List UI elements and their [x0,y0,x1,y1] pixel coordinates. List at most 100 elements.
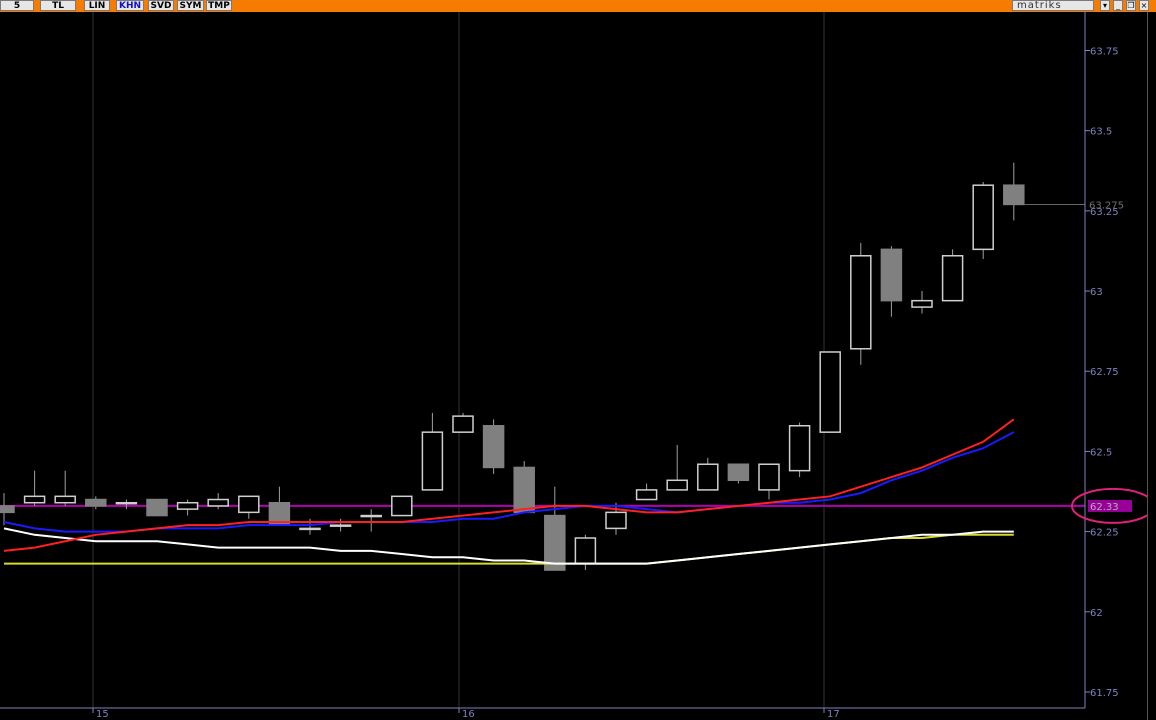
khn-button[interactable]: KHN [116,0,144,11]
candle-body [850,255,872,350]
x-tick-label: 15 [96,709,109,720]
candle [23,470,46,506]
candle [176,499,199,516]
candle-body [880,248,903,302]
candle [758,463,780,500]
y-tick-label: 62 [1090,608,1103,619]
candle-body [574,537,597,565]
svd-button[interactable]: SVD [148,0,174,11]
price-tag: 62.33 [1088,499,1132,513]
candle [421,412,444,491]
candle-body [788,425,811,472]
candle-body [238,495,260,514]
candle-body [299,527,321,531]
candle-body [697,463,719,491]
period-button[interactable]: 5 [0,0,34,11]
candle-body [972,184,994,251]
y-tick-label: 62.25 [1090,528,1119,539]
candle [850,242,872,365]
white-ma-line [3,527,1014,565]
tl-button[interactable]: TL [40,0,76,11]
candle-body [482,425,505,469]
candle [360,509,382,532]
price-chart[interactable]: 63.7563.563.256362.7562.562.256261.7515 1… [0,12,1156,720]
candle [0,493,15,526]
candle-body [54,495,76,504]
x-tick-label: 17 [827,709,840,720]
lin-button[interactable]: LIN [84,0,110,11]
candle-body [329,524,352,527]
candle-body [1003,184,1025,206]
candles [0,162,1085,571]
y-tick-label: 61.75 [1090,688,1119,699]
candle-body [85,498,107,507]
right-scroll-strip[interactable] [1147,12,1156,720]
price-tag-label: 62.33 [1090,502,1119,513]
candle-body [819,351,841,433]
candle [727,463,750,484]
sym-button[interactable]: SYM [177,0,204,11]
grid-lines [92,12,825,708]
candle [574,534,597,571]
moving-averages [3,418,1015,565]
candle [666,444,688,491]
candle-body [421,431,444,491]
candle-body [941,255,964,302]
candle [452,412,474,433]
candle-body [666,479,688,491]
candle [911,291,933,314]
candle [941,249,964,302]
blue-ma-line [3,431,1015,533]
close-icon[interactable]: × [1139,0,1149,11]
candle [115,499,138,510]
candle-body [758,463,780,491]
y-tick-label: 62.5 [1090,447,1112,458]
candle-body [146,498,168,517]
axis-labels: 63.7563.563.256362.7562.562.256261.7515 1… [96,46,1155,720]
candle [972,181,994,259]
y-tick-label: 62.75 [1090,367,1119,378]
chart-toolbar: 5 TL LIN KHN SVD SYM TMP matriks ▾ _ ❐ × [0,0,1156,12]
yellow-ma-line [4,533,1014,565]
candle-body [176,501,199,510]
last-price-label: 63.275 [1089,200,1124,211]
minimize-icon[interactable]: _ [1113,0,1123,11]
candle-body [544,514,566,571]
candle [1003,162,1025,221]
dropdown-icon[interactable]: ▾ [1100,0,1110,11]
candle-body [452,415,474,433]
candle-body [727,463,750,482]
candle [54,470,76,506]
y-tick-label: 63.75 [1090,46,1119,57]
x-tick-label: 16 [462,709,475,720]
candle [238,495,260,519]
candle [482,419,505,474]
candle-body [0,505,15,514]
candle [880,246,903,317]
candle-body [23,495,46,504]
red-ma-line [3,418,1015,552]
axes [0,12,1090,713]
candle [85,496,107,510]
candle [635,483,658,501]
candle [819,351,841,433]
candle-body [360,514,382,518]
candle-body [391,495,413,517]
restore-icon[interactable]: ❐ [1126,0,1136,11]
y-tick-label: 63 [1090,287,1103,298]
candle [329,518,352,532]
candle [788,422,811,478]
candle-body [513,466,535,514]
candle [391,495,413,517]
candle-body [115,501,138,505]
candle [268,486,291,526]
candle [513,461,535,514]
candle-body [635,489,658,501]
y-tick-label: 63.5 [1090,127,1112,138]
candle [146,498,168,517]
tmp-button[interactable]: TMP [206,0,232,11]
candle-body [911,299,933,308]
candle [697,457,719,491]
candle-body [207,498,229,507]
candle [544,486,566,571]
